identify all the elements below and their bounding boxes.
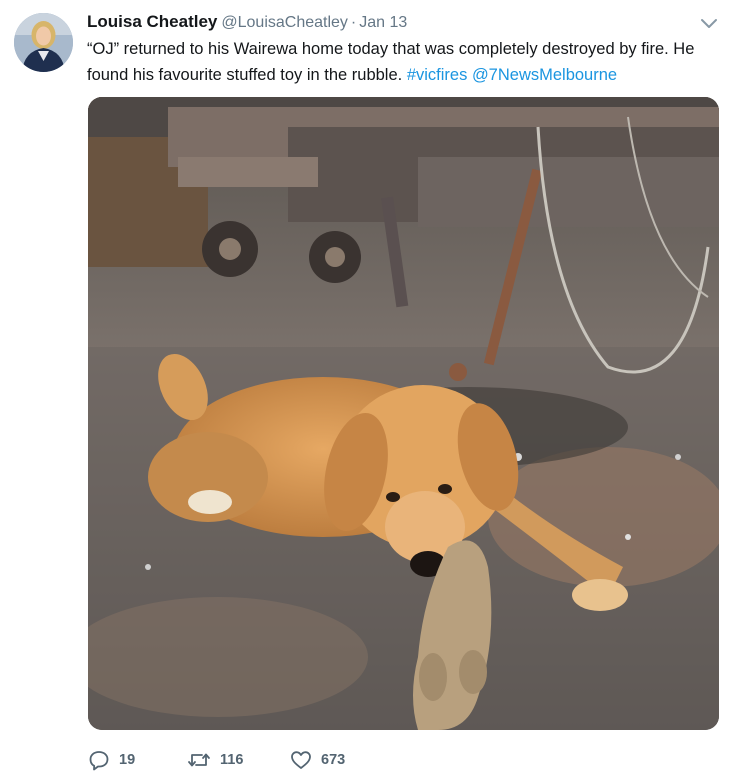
tweet-photo[interactable] <box>88 97 719 730</box>
retweet-count: 116 <box>220 752 244 768</box>
reply-icon <box>88 749 110 771</box>
author-handle[interactable]: @LouisaCheatley <box>221 14 348 31</box>
tweet-header: Louisa Cheatley @LouisaCheatley · Jan 13 <box>87 11 407 34</box>
avatar[interactable] <box>14 13 73 72</box>
reply-button[interactable]: 19 <box>88 746 135 774</box>
hashtag-link[interactable]: #vicfires <box>407 66 468 84</box>
author-display-name[interactable]: Louisa Cheatley <box>87 12 217 31</box>
chevron-down-icon[interactable] <box>699 16 719 32</box>
retweet-button[interactable]: 116 <box>187 746 243 774</box>
heart-icon <box>290 749 312 771</box>
like-count: 673 <box>321 752 346 768</box>
reply-count: 19 <box>119 752 136 768</box>
tweet-text: “OJ” returned to his Wairewa home today … <box>87 36 717 88</box>
mention-link[interactable]: @7NewsMelbourne <box>472 66 617 84</box>
like-button[interactable]: 673 <box>290 746 345 774</box>
separator-dot: · <box>350 14 357 31</box>
tweet-card: Louisa Cheatley @LouisaCheatley · Jan 13 “O… <box>0 0 731 777</box>
tweet-date[interactable]: Jan 13 <box>359 14 407 31</box>
retweet-icon <box>187 749 211 771</box>
